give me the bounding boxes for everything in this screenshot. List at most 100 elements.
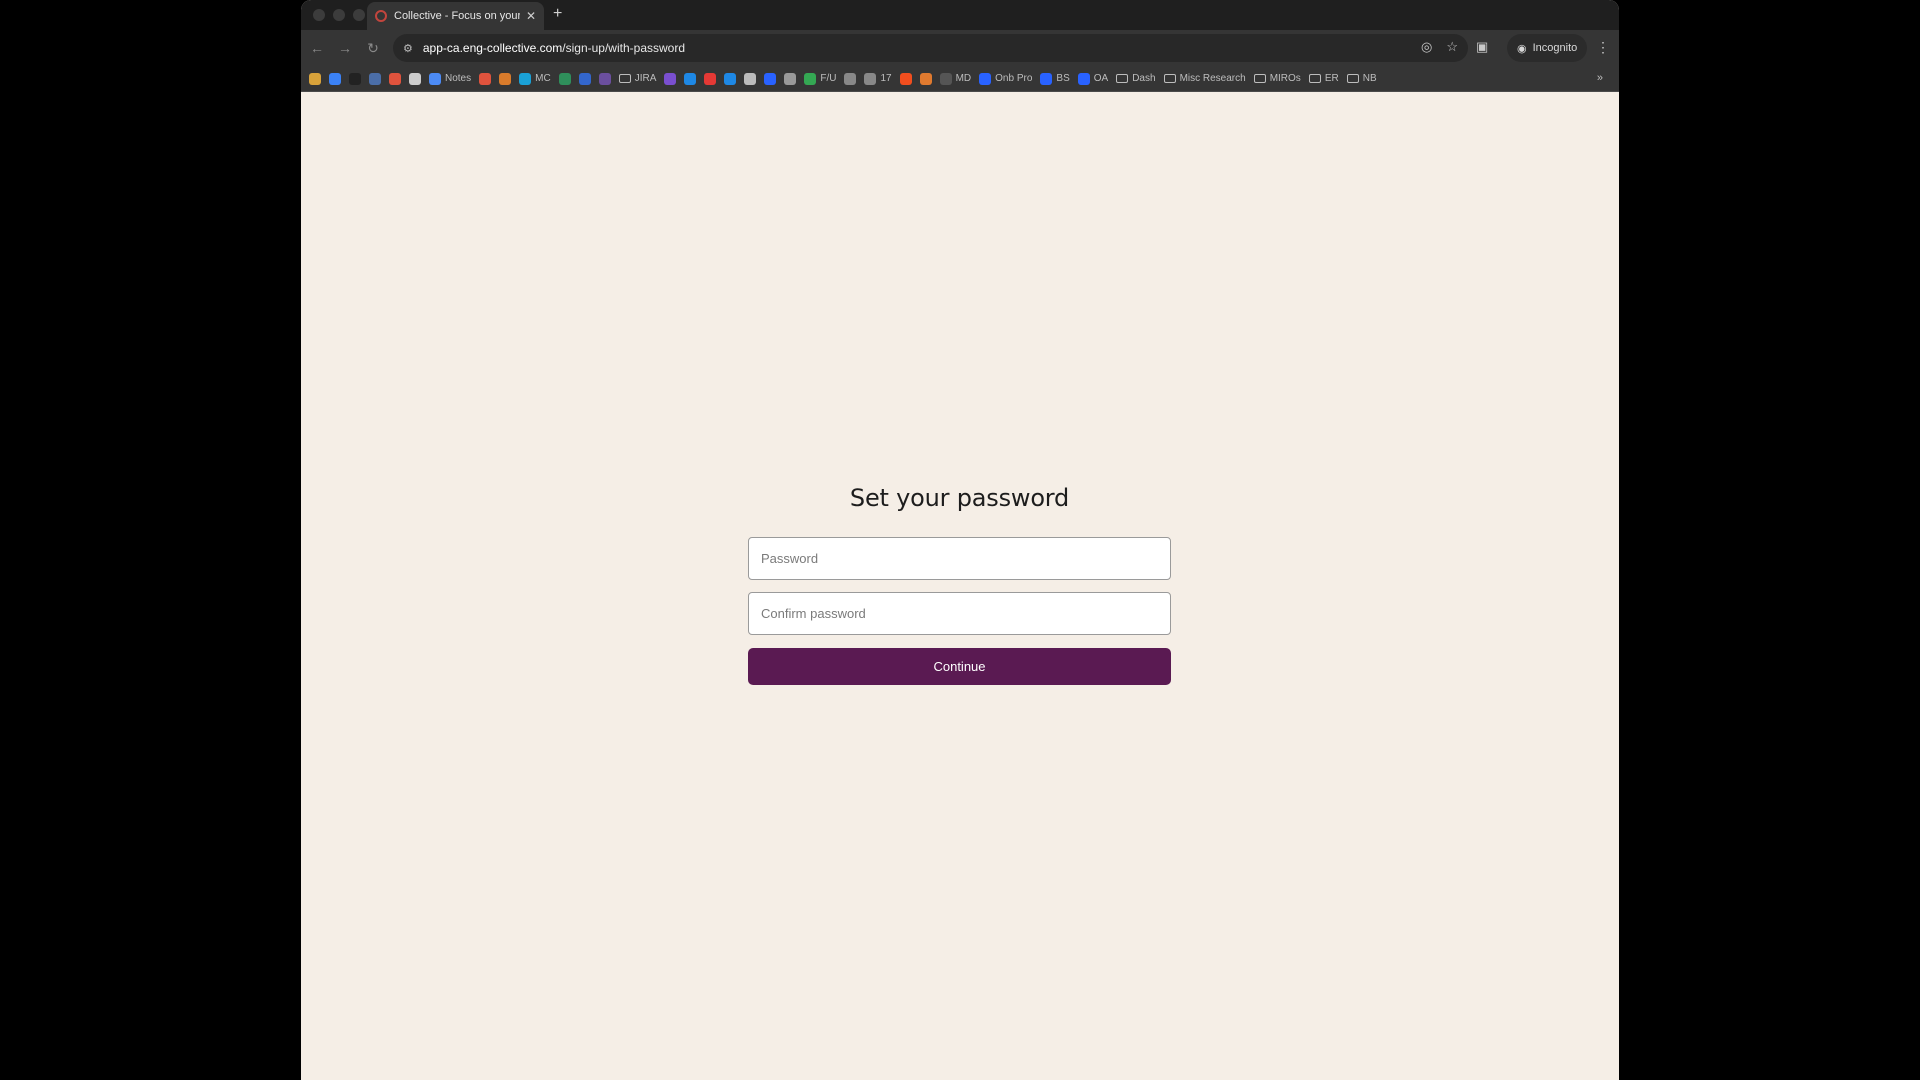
bookmark-favicon-icon — [919, 72, 932, 85]
bookmark-item[interactable] — [684, 72, 697, 85]
bookmark-item[interactable] — [844, 72, 857, 85]
bookmark-item[interactable] — [664, 72, 677, 85]
close-window-button[interactable] — [313, 9, 325, 21]
bookmark-label: Onb Pro — [995, 73, 1033, 84]
bookmark-label: OA — [1093, 73, 1109, 84]
bookmark-item[interactable]: JIRA — [618, 73, 657, 84]
minimize-window-button[interactable] — [333, 9, 345, 21]
bookmark-item[interactable] — [329, 72, 341, 85]
forward-icon[interactable]: → — [331, 40, 359, 56]
incognito-icon: ◉ — [1517, 42, 1527, 55]
bookmark-item[interactable] — [578, 72, 591, 85]
bookmark-item[interactable]: MC — [519, 72, 551, 85]
folder-icon — [1346, 74, 1359, 83]
bookmark-favicon-icon — [864, 72, 877, 85]
bookmark-item[interactable] — [369, 72, 381, 85]
eye-off-icon[interactable]: ◎ — [1421, 39, 1432, 55]
bookmark-favicon-icon — [389, 72, 401, 85]
folder-icon — [1308, 74, 1321, 83]
bookmark-label: MD — [955, 73, 972, 84]
continue-button[interactable]: Continue — [748, 648, 1171, 685]
bookmark-favicon-icon — [1040, 72, 1053, 85]
tab-title: Collective - Focus on your pa — [394, 10, 520, 22]
bookmark-item[interactable] — [744, 72, 757, 85]
more-bookmarks-icon[interactable]: » — [1597, 72, 1603, 84]
bookmark-favicon-icon — [409, 72, 421, 85]
bookmark-item[interactable]: 17 — [864, 72, 892, 85]
bookmark-item[interactable]: MD — [939, 72, 972, 85]
bookmark-label: JIRA — [634, 73, 657, 84]
bookmark-favicon-icon — [429, 72, 441, 85]
address-bar[interactable]: ⚙ app-ca.eng-collective.com/sign-up/with… — [393, 34, 1468, 62]
window-controls — [313, 9, 365, 21]
maximize-window-button[interactable] — [353, 9, 365, 21]
bookmark-item[interactable] — [499, 72, 512, 85]
bookmark-label: 17 — [880, 73, 892, 84]
side-panel-icon[interactable]: ▣ — [1476, 39, 1488, 55]
close-tab-icon[interactable]: ✕ — [526, 9, 536, 23]
incognito-label: Incognito — [1532, 42, 1578, 54]
bookmarks-bar: Notes MC JIRA F/U 17 MD Onb Pro BS OA Dash Misc Re… — [301, 66, 1619, 92]
bookmark-item[interactable] — [309, 72, 321, 85]
incognito-badge[interactable]: ◉ Incognito — [1507, 34, 1588, 62]
bookmark-favicon-icon — [784, 72, 797, 85]
bookmark-label: ER — [1324, 73, 1339, 84]
bookmark-label: MIROs — [1269, 73, 1301, 84]
new-tab-icon[interactable]: + — [553, 5, 562, 23]
bookmark-label: NB — [1362, 73, 1377, 84]
bookmark-item[interactable] — [784, 72, 797, 85]
bookmark-item[interactable] — [479, 72, 492, 85]
bookmark-favicon-icon — [724, 72, 737, 85]
site-settings-icon[interactable]: ⚙ — [403, 42, 413, 55]
bookmark-item[interactable] — [724, 72, 737, 85]
bookmark-item[interactable]: OA — [1077, 72, 1109, 85]
browser-tab[interactable]: Collective - Focus on your pa ✕ — [367, 2, 544, 30]
bookmark-item[interactable]: BS — [1040, 72, 1070, 85]
bookmark-item[interactable] — [598, 72, 611, 85]
bookmark-favicon-icon — [499, 72, 512, 85]
browser-window: Collective - Focus on your pa ✕ + ← → ↻ … — [301, 0, 1619, 1080]
bookmark-favicon-icon — [519, 72, 532, 85]
bookmark-label: Dash — [1132, 73, 1156, 84]
confirm-password-input[interactable] — [748, 592, 1171, 635]
tab-strip: Collective - Focus on your pa ✕ + — [301, 0, 1619, 30]
bookmark-item[interactable]: F/U — [804, 72, 837, 85]
bookmark-favicon-icon — [1077, 72, 1090, 85]
bookmark-favicon-icon — [804, 72, 817, 85]
bookmark-item[interactable] — [764, 72, 777, 85]
bookmark-item[interactable] — [409, 72, 421, 85]
bookmark-item[interactable] — [704, 72, 717, 85]
folder-icon — [618, 74, 631, 83]
bookmark-favicon-icon — [764, 72, 777, 85]
url-path: /sign-up/with-password — [562, 41, 685, 55]
bookmark-favicon-icon — [578, 72, 591, 85]
bookmark-favicon-icon — [349, 72, 361, 85]
bookmark-favicon-icon — [369, 72, 381, 85]
bookmark-item[interactable]: ER — [1308, 73, 1339, 84]
bookmark-favicon-icon — [979, 72, 992, 85]
collective-favicon-icon — [375, 10, 387, 22]
bookmark-item[interactable]: Misc Research — [1163, 73, 1246, 84]
reload-icon[interactable]: ↻ — [359, 40, 387, 57]
set-password-form: Set your password Continue — [748, 484, 1171, 685]
bookmark-item[interactable] — [899, 72, 912, 85]
folder-icon — [1163, 74, 1176, 83]
bookmark-item[interactable]: Notes — [429, 72, 471, 85]
omnibox-icons: ◎ ☆ — [1421, 39, 1458, 55]
bookmark-label: F/U — [820, 73, 837, 84]
bookmark-item[interactable]: NB — [1346, 73, 1377, 84]
back-icon[interactable]: ← — [303, 40, 331, 56]
menu-icon[interactable]: ⋮ — [1596, 39, 1610, 56]
bookmark-favicon-icon — [744, 72, 757, 85]
bookmark-favicon-icon — [844, 72, 857, 85]
bookmark-item[interactable]: Onb Pro — [979, 72, 1033, 85]
bookmark-star-icon[interactable]: ☆ — [1446, 39, 1458, 55]
bookmark-item[interactable] — [919, 72, 932, 85]
bookmark-item[interactable]: MIROs — [1253, 73, 1301, 84]
bookmark-item[interactable] — [389, 72, 401, 85]
bookmark-item[interactable] — [349, 72, 361, 85]
password-input[interactable] — [748, 537, 1171, 580]
bookmark-item[interactable]: Dash — [1116, 73, 1156, 84]
url-text: app-ca.eng-collective.com/sign-up/with-p… — [423, 41, 685, 55]
bookmark-item[interactable] — [558, 72, 571, 85]
